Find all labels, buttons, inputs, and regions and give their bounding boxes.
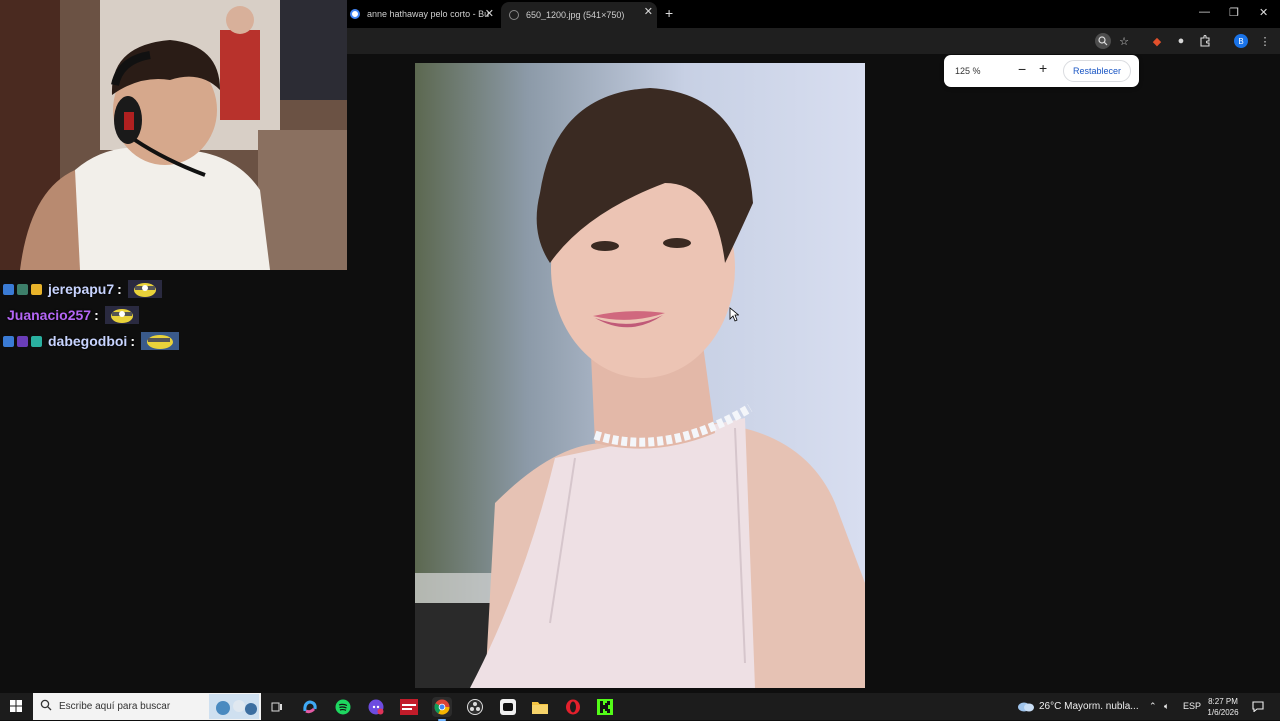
spotify-icon[interactable]	[333, 697, 353, 717]
chat-badges	[3, 335, 45, 347]
task-view-icon[interactable]	[267, 697, 287, 717]
badge-icon	[3, 335, 14, 347]
restore-icon[interactable]: ❐	[1229, 6, 1239, 19]
displayed-photo	[415, 63, 865, 688]
close-tab-icon[interactable]: ✕	[485, 7, 494, 21]
minion-emote-icon	[104, 306, 139, 324]
search-placeholder: Escribe aquí para buscar	[59, 701, 171, 712]
speaker-icon[interactable]: 🔈︎	[1164, 701, 1169, 712]
chat-separator: :	[130, 333, 135, 349]
chat-username: Juanacio257	[7, 307, 92, 323]
close-tab-icon[interactable]: ✕	[644, 5, 653, 19]
badge-icon	[3, 283, 14, 295]
chat-username: jerepapu7	[48, 281, 115, 297]
taskbar-search[interactable]: Escribe aquí para buscar	[33, 693, 261, 720]
discord-icon[interactable]	[366, 697, 386, 717]
minion-emote-icon	[141, 332, 179, 350]
zoom-in-button[interactable]: +	[1039, 60, 1047, 76]
star-icon[interactable]: ☆	[1117, 34, 1131, 48]
file-explorer-icon[interactable]	[530, 697, 550, 717]
game-app-icon[interactable]	[498, 697, 518, 717]
chrome-icon[interactable]	[432, 697, 452, 721]
chat-separator: :	[117, 281, 122, 297]
crown-icon	[31, 283, 42, 295]
tab-title: 650_1200.jpg (541×750)	[526, 10, 625, 20]
chat-badges	[3, 283, 45, 295]
minion-emote-icon	[127, 280, 162, 298]
menu-icon[interactable]: ⋮	[1258, 34, 1272, 48]
profile-avatar[interactable]: B	[1234, 34, 1248, 48]
clock[interactable]: 8:27 PM 1/6/2026	[1200, 696, 1246, 718]
browser-toolbar: ☆ ◆ ● B ⋮	[347, 28, 1280, 54]
zoom-popup: 125 % − + Restablecer	[944, 55, 1139, 87]
browser-tab-strip: anne hathaway pelo corto - Bu ✕ 650_1200…	[347, 0, 1280, 28]
close-window-icon[interactable]: ✕	[1259, 6, 1268, 19]
tab-image[interactable]: 650_1200.jpg (541×750) ✕	[501, 2, 657, 28]
extension-icon[interactable]: ●	[1174, 34, 1188, 48]
weather-widget[interactable]: 26°C Mayorm. nubla...	[1017, 700, 1139, 712]
windows-start-icon[interactable]	[10, 700, 22, 712]
chat-username: dabegodboi	[48, 333, 128, 349]
puzzle-icon[interactable]	[1198, 34, 1212, 48]
badge-icon	[17, 335, 28, 347]
clock-date: 1/6/2026	[1207, 708, 1239, 717]
chat-message: jerepapu7 :	[0, 278, 162, 300]
zoom-level-text: 125 %	[955, 66, 981, 76]
weather-text: 26°C Mayorm. nubla...	[1039, 700, 1139, 712]
notification-icon[interactable]	[1252, 701, 1264, 715]
kick-icon[interactable]	[595, 697, 615, 717]
language-indicator[interactable]: ESP	[1183, 701, 1201, 711]
webcam-overlay	[0, 0, 347, 270]
globe-icon	[509, 10, 519, 20]
windows-taskbar: Escribe aquí para buscar 26°C Mayorm. nu…	[0, 693, 1280, 721]
chevron-up-icon[interactable]: ⌃	[1149, 701, 1157, 712]
mouse-cursor-icon	[729, 307, 739, 322]
zoom-icon[interactable]	[1095, 33, 1111, 49]
chat-message: dabegodboi :	[0, 330, 179, 352]
zoom-out-button[interactable]: −	[1018, 61, 1026, 77]
reset-zoom-button[interactable]: Restablecer	[1063, 60, 1131, 82]
opera-icon[interactable]	[563, 697, 583, 717]
tab-title: anne hathaway pelo corto - Bu	[367, 9, 490, 19]
badge-icon	[31, 335, 42, 347]
obs-icon[interactable]	[465, 697, 485, 717]
badge-icon	[17, 283, 28, 295]
cloud-icon	[1018, 702, 1034, 712]
new-tab-button[interactable]: +	[665, 5, 673, 21]
tab-google-search[interactable]: anne hathaway pelo corto - Bu ✕	[350, 4, 498, 24]
copilot-icon[interactable]	[300, 697, 320, 717]
chat-message: Juanacio257 :	[0, 304, 139, 326]
search-icon	[40, 699, 52, 711]
chat-separator: :	[94, 307, 99, 323]
search-highlight-art-icon	[209, 694, 259, 719]
clock-time: 8:27 PM	[1208, 697, 1238, 706]
minimize-icon[interactable]: —	[1199, 6, 1210, 18]
google-icon	[350, 9, 360, 19]
video-app-icon[interactable]	[399, 697, 419, 717]
extension-red-icon[interactable]: ◆	[1150, 34, 1164, 48]
